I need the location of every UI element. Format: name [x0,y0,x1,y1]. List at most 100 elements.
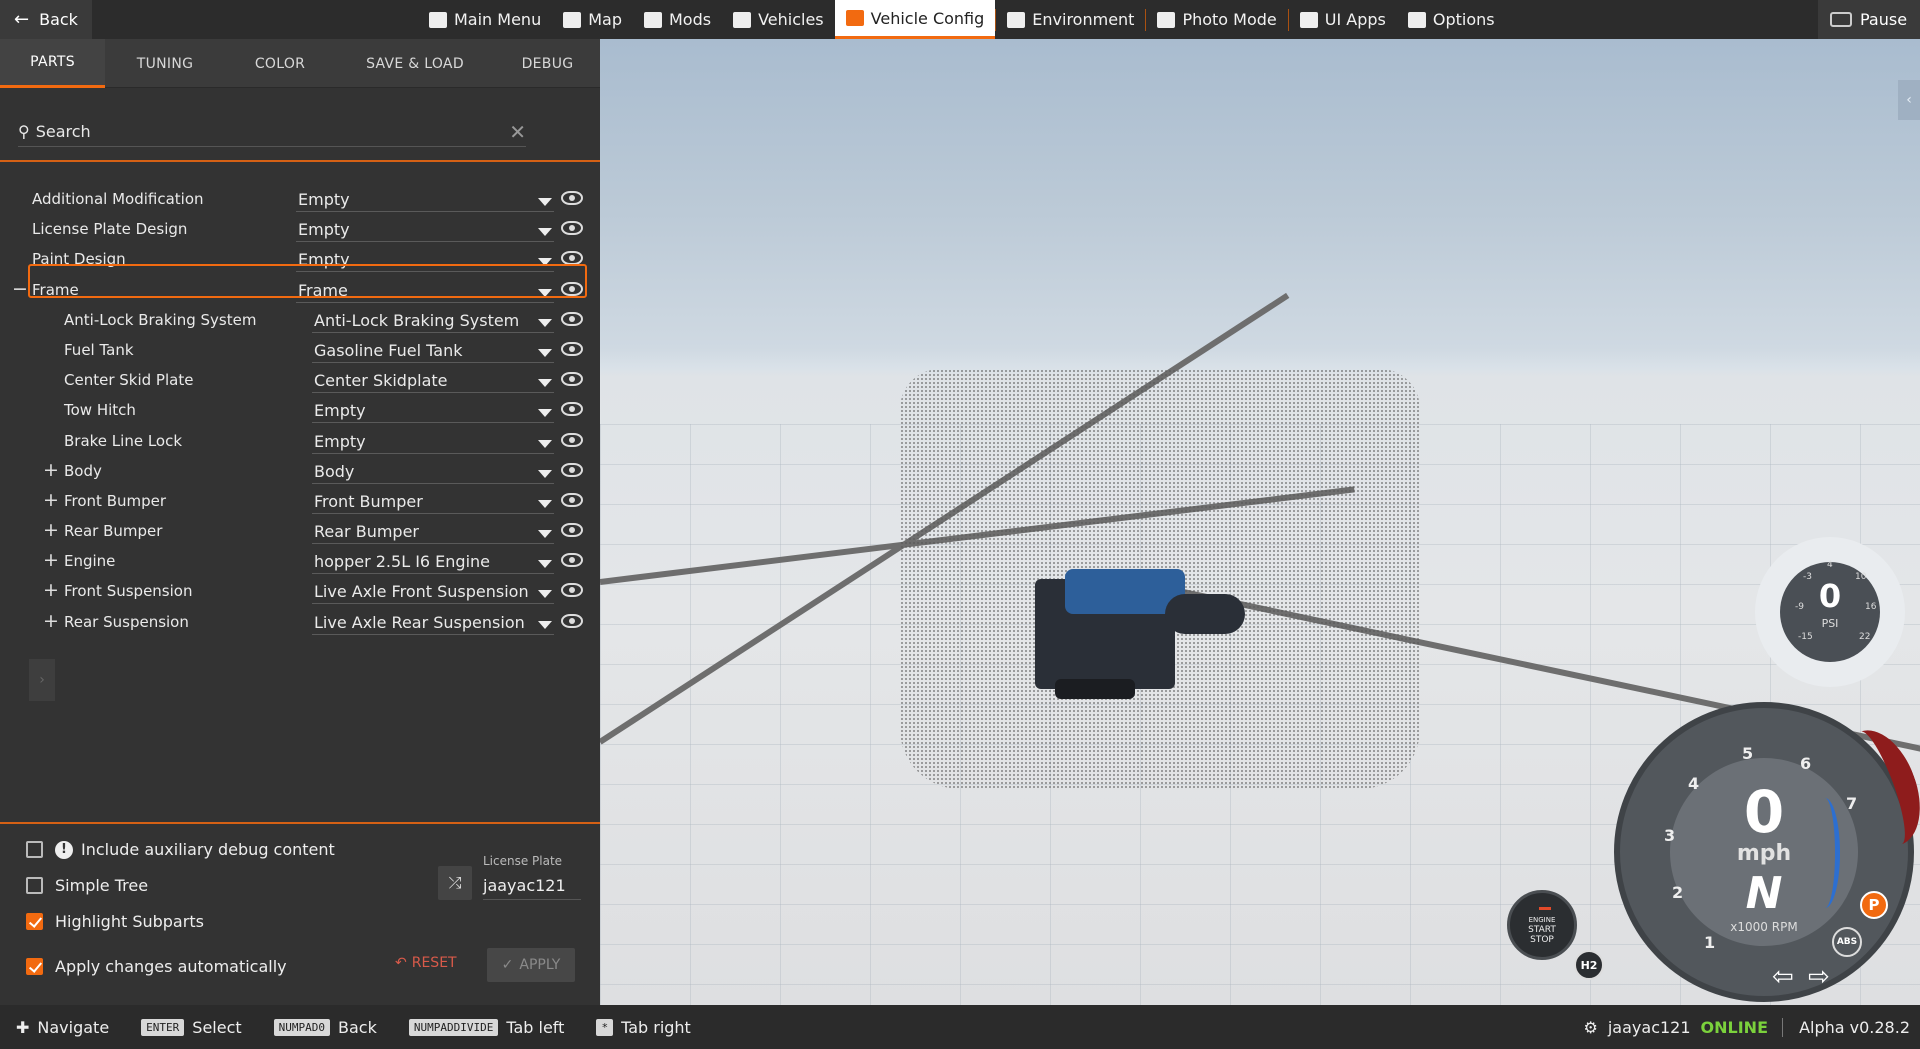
nav-options[interactable]: Options [1397,0,1506,39]
aux-debug-option[interactable]: ! Include auxiliary debug content [26,840,335,859]
eye-icon[interactable] [561,341,583,356]
chevron-down-icon[interactable] [538,198,552,206]
nav-vehicles[interactable]: Vehicles [722,0,835,39]
part-row[interactable]: + Rear Suspension Live Axle Rear Suspensio… [0,607,600,637]
eye-icon[interactable] [561,553,583,568]
chevron-down-icon[interactable] [538,318,552,327]
part-select[interactable]: Anti-Lock Braking System [312,308,554,333]
chevron-down-icon[interactable] [538,379,552,388]
chevron-down-icon[interactable] [538,620,552,629]
parking-brake-icon: P [1860,891,1888,919]
chevron-down-icon[interactable] [538,590,552,599]
part-row[interactable]: License Plate Design Empty [0,214,600,244]
highlight-subparts-label: Highlight Subparts [55,912,204,931]
chevron-down-icon[interactable] [538,469,552,478]
part-row[interactable]: + Front Bumper Front Bumper [0,486,600,516]
part-select[interactable]: Live Axle Rear Suspension [312,610,554,635]
part-select[interactable]: Rear Bumper [312,519,554,545]
search-input[interactable]: Search [36,122,91,141]
nav-ui-apps[interactable]: UI Apps [1289,0,1397,39]
chevron-down-icon[interactable] [538,409,552,418]
part-select[interactable]: Empty [296,187,554,212]
part-row[interactable]: Fuel Tank Gasoline Fuel Tank [0,335,600,365]
part-row[interactable]: + Body Body [0,456,600,486]
reset-label: RESET [411,955,457,971]
part-row[interactable]: + Front Suspension Live Axle Front Suspens… [0,576,600,606]
expand-icon[interactable]: + [43,579,59,601]
nav-main-menu[interactable]: Main Menu [418,0,552,39]
chevron-down-icon[interactable] [538,348,552,357]
username: jaayac121 [1607,1017,1691,1037]
chevron-down-icon[interactable] [538,560,552,569]
part-row[interactable]: Center Skid Plate Center Skidplate [0,365,600,395]
collapse-right-icon[interactable]: ‹ [1898,80,1920,120]
aux-debug-checkbox[interactable] [26,841,43,858]
part-row[interactable]: Additional Modification Empty [0,184,600,214]
expand-icon[interactable]: + [43,519,59,541]
part-select[interactable]: Center Skidplate [312,368,554,394]
nav-environment[interactable]: Environment [996,0,1145,39]
tab-color[interactable]: COLOR [225,39,335,88]
nav-photo-mode[interactable]: Photo Mode [1146,0,1287,39]
eye-icon[interactable] [561,191,583,205]
search-field[interactable]: ⚲ Search ✕ [18,117,526,147]
chevron-down-icon[interactable] [538,228,552,237]
highlight-subparts-option[interactable]: Highlight Subparts [26,912,204,931]
part-select[interactable]: Empty [312,429,554,454]
chevron-down-icon[interactable] [538,439,552,448]
tab-save-load[interactable]: SAVE & LOAD [335,39,495,88]
nav-map[interactable]: Map [552,0,633,39]
tab-tuning[interactable]: TUNING [105,39,225,88]
nav-mods[interactable]: Mods [633,0,722,39]
part-select[interactable]: Empty [312,398,554,424]
config-tabs: PARTS TUNING COLOR SAVE & LOAD DEBUG [0,39,600,88]
apply-button[interactable]: ✓ APPLY [487,948,575,982]
chevron-down-icon[interactable] [538,499,552,508]
eye-icon[interactable] [561,311,583,326]
chevron-down-icon[interactable] [538,530,552,539]
engine-icon [845,10,864,26]
part-row[interactable]: Tow Hitch Empty [0,395,600,425]
eye-icon[interactable] [561,402,583,417]
clear-search-icon[interactable]: ✕ [509,120,526,144]
simple-tree-option[interactable]: Simple Tree [26,876,148,895]
part-row[interactable]: + Engine hopper 2.5L I6 Engine [0,546,600,576]
part-name: Center Skid Plate [64,371,194,390]
part-select[interactable]: Gasoline Fuel Tank [312,338,554,363]
part-row[interactable]: Brake Line Lock Empty [0,426,600,456]
apply-auto-option[interactable]: Apply changes automatically [26,957,287,976]
eye-icon[interactable] [561,613,583,628]
part-row[interactable]: + Rear Bumper Rear Bumper [0,516,600,546]
eye-icon[interactable] [561,462,583,477]
pause-button[interactable]: Pause [1818,0,1920,39]
eye-icon[interactable] [561,432,583,447]
expand-icon[interactable]: + [43,459,59,481]
license-plate-input[interactable]: jaayac121 [483,872,581,900]
back-button[interactable]: ← Back [0,0,92,39]
expand-icon[interactable]: + [43,610,59,632]
part-select[interactable]: Live Axle Front Suspension [312,579,554,605]
eye-icon[interactable] [561,372,583,387]
engine-start-stop-button[interactable]: ENGINE START STOP [1507,890,1577,960]
collapse-icon[interactable]: − [12,278,28,300]
part-select[interactable]: Front Bumper [312,489,554,514]
part-row[interactable]: Anti-Lock Braking System Anti-Lock Brakin… [0,305,600,335]
nav-vehicle-config[interactable]: Vehicle Config [834,0,996,39]
expand-icon[interactable]: + [43,489,59,511]
randomize-plate-button[interactable]: ⤮ [438,866,472,900]
apply-auto-checkbox[interactable] [26,958,43,975]
highlight-subparts-checkbox[interactable] [26,913,43,930]
tab-debug[interactable]: DEBUG [495,39,600,88]
tab-parts[interactable]: PARTS [0,39,105,88]
collapse-arrow-icon[interactable]: › [29,659,55,701]
part-select[interactable]: hopper 2.5L I6 Engine [312,549,554,575]
eye-icon[interactable] [561,221,583,236]
simple-tree-checkbox[interactable] [26,877,43,894]
part-select[interactable]: Body [312,459,554,484]
eye-icon[interactable] [561,583,583,598]
eye-icon[interactable] [561,492,583,507]
expand-icon[interactable]: + [43,549,59,571]
reset-button[interactable]: ↶ RESET [395,947,467,979]
eye-icon[interactable] [561,523,583,538]
part-select[interactable]: Empty [296,217,554,243]
